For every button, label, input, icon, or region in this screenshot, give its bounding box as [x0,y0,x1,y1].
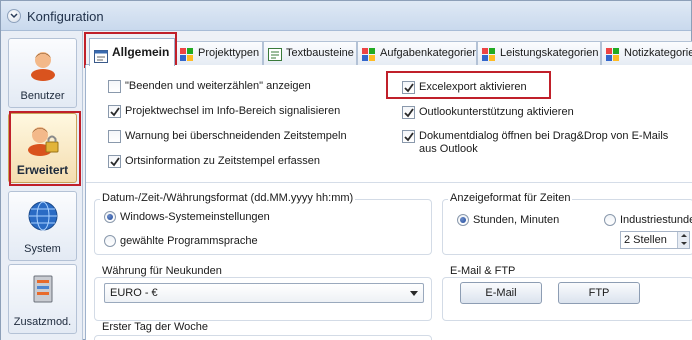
checkbox-box[interactable] [108,80,121,93]
project-types-icon [180,47,194,61]
nav-item-label: Benutzer [20,90,65,102]
nav-item-system[interactable]: System [8,191,77,261]
general-settings-panel: "Beenden und weiterzählen" anzeigen Proj… [85,65,692,340]
checkbox-warnung-zeitstempel[interactable]: Warnung bei überschneidenden Zeitstempel… [108,129,378,145]
spinner-up-icon[interactable] [677,232,689,240]
categories-icon [482,47,496,61]
settings-form-icon [94,46,108,63]
group-title: Währung für Neukunden [100,265,224,277]
email-button[interactable]: E-Mail [460,282,542,304]
nav-item-zusatzmod[interactable]: Zusatzmod. [8,264,77,334]
tab-label: Notizkategorie [624,47,692,59]
server-icon [28,273,58,308]
left-navigation: Benutzer Erweitert System Zusatzmod. [1,31,83,340]
checkbox-beenden-weiterzaehlen[interactable]: "Beenden und weiterzählen" anzeigen [108,79,378,95]
checkbox-label: "Beenden und weiterzählen" anzeigen [125,80,311,92]
radio-programmsprache[interactable] [104,235,116,247]
ftp-button[interactable]: FTP [558,282,640,304]
chevron-down-icon [410,291,418,296]
radio-windows-system[interactable] [104,211,116,223]
checkbox-projektwechsel[interactable]: Projektwechsel im Info-Bereich signalisi… [108,104,378,120]
tab-aufgabenkategorien[interactable]: Aufgabenkategorien [357,41,477,65]
nav-item-erweitert[interactable]: Erweitert [8,113,77,183]
checkbox-label-line2: aus Outlook [419,143,478,155]
globe-icon [27,200,59,235]
section-divider [86,182,692,183]
configuration-window: Konfiguration Benutzer Erweitert System … [0,0,692,340]
checkbox-label: Excelexport aktivieren [419,81,527,93]
checkbox-label: Projektwechsel im Info-Bereich signalisi… [125,105,341,117]
tab-label: Allgemein [112,45,170,59]
checkbox-excelexport[interactable]: Excelexport aktivieren [402,80,642,96]
currency-value: EURO - € [110,287,158,299]
group-title: Anzeigeformat für Zeiten [448,192,573,204]
categories-icon [606,47,620,61]
group-title: Erster Tag der Woche [100,321,210,333]
text-blocks-icon [268,47,282,61]
decimals-spinner[interactable]: 2 Stellen [620,231,690,249]
checkbox-box[interactable] [108,155,121,168]
window-title: Konfiguration [27,9,104,24]
checkbox-box[interactable] [108,130,121,143]
checkbox-box[interactable] [402,130,415,143]
title-bar: Konfiguration [1,1,691,31]
tab-textbausteine[interactable]: Textbausteine [263,41,357,65]
radio-stunden-minuten[interactable] [457,214,469,226]
tab-projekttypen[interactable]: Projekttypen [175,41,263,65]
currency-select[interactable]: EURO - € [104,283,424,303]
user-icon [28,47,58,84]
checkbox-box[interactable] [402,106,415,119]
checkbox-label: Ortsinformation zu Zeitstempel erfassen [125,155,321,167]
checkbox-box[interactable] [402,81,415,94]
window-menu-icon[interactable] [7,9,21,23]
tab-label: Textbausteine [286,47,354,59]
checkbox-box[interactable] [108,105,121,118]
checkbox-outlookunterstuetzung[interactable]: Outlookunterstützung aktivieren [402,105,672,121]
spinner-value: 2 Stellen [624,234,667,246]
tab-label: Projekttypen [198,47,260,59]
nav-item-label: Zusatzmod. [13,316,72,328]
checkbox-ortsinformation[interactable]: Ortsinformation zu Zeitstempel erfassen [108,154,378,170]
tab-label: Leistungskategorien [500,47,599,59]
nav-item-label: System [24,243,61,255]
user-lock-icon [26,122,60,159]
checkbox-label: Outlookunterstützung aktivieren [419,106,574,118]
radio-label: gewählte Programmsprache [120,235,258,247]
categories-icon [362,47,376,61]
nav-item-label: Erweitert [16,163,69,177]
radio-label: Stunden, Minuten [473,214,560,226]
tab-label: Aufgabenkategorien [380,47,477,59]
tab-notizkategorie[interactable]: Notizkategorie [601,41,692,65]
tab-strip: Allgemein Projekttypen Textbausteine Auf… [85,37,692,66]
group-title: Datum-/Zeit-/Währungsformat (dd.MM.yyyy … [100,192,356,204]
group-title: E-Mail & FTP [448,265,518,277]
tab-leistungskategorien[interactable]: Leistungskategorien [477,41,601,65]
week-start-group [94,335,432,340]
spinner-down-icon[interactable] [677,240,689,248]
radio-label: Industriestunde [620,214,692,226]
tab-allgemein[interactable]: Allgemein [89,38,175,66]
checkbox-dokumentdialog[interactable]: Dokumentdialog öffnen bei Drag&Drop von … [402,129,688,159]
radio-label: Windows-Systemeinstellungen [120,211,270,223]
checkbox-label: Warnung bei überschneidenden Zeitstempel… [125,130,347,142]
nav-item-benutzer[interactable]: Benutzer [8,38,77,108]
radio-industriestunde[interactable] [604,214,616,226]
